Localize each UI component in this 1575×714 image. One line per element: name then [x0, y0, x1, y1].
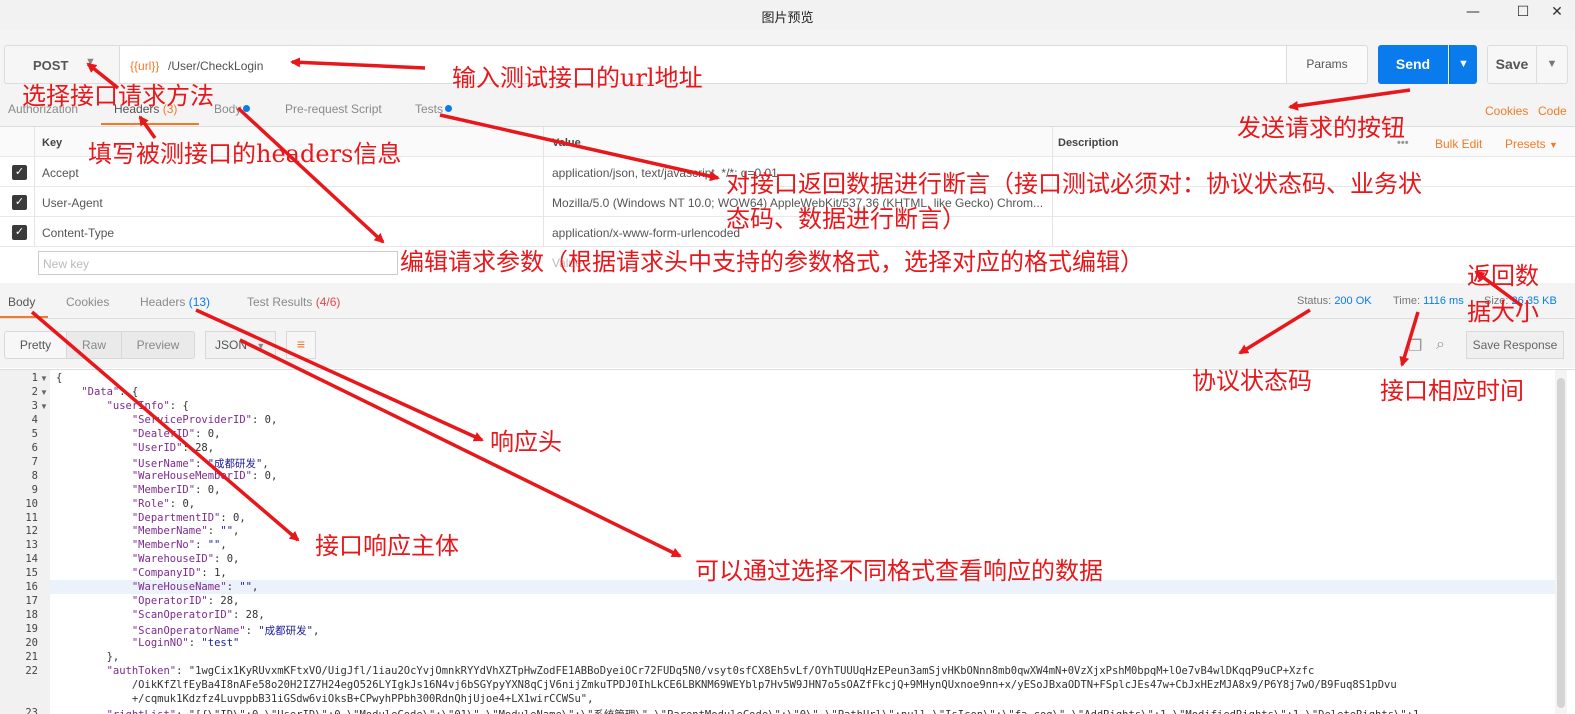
annotation-select-method: 选择接口请求方法 — [22, 82, 214, 110]
arrow-edit-params — [236, 106, 385, 244]
arrow-send-button — [1288, 88, 1411, 111]
arrow-tests-assert — [439, 113, 720, 182]
annotation-arrows — [30, 57, 1524, 558]
annotation-size-line1: 返回数 — [1467, 262, 1539, 290]
annotation-size-line2: 据大小 — [1467, 298, 1539, 326]
annotation-status-code: 协议状态码 — [1192, 367, 1312, 395]
arrow-response-time — [1399, 311, 1420, 367]
annotation-response-headers: 响应头 — [490, 428, 562, 456]
arrow-view-formats — [239, 338, 682, 558]
annotation-response-body: 接口响应主体 — [315, 532, 459, 560]
annotation-send-button: 发送请求的按钮 — [1237, 114, 1405, 142]
annotation-assert-line2: 态码、数据进行断言） — [726, 205, 966, 233]
annotation-assert-line1: 对接口返回数据进行断言（接口测试必须对：协议状态码、业务状 — [726, 170, 1422, 198]
arrow-fill-headers — [138, 115, 157, 140]
arrow-response-body — [30, 310, 300, 542]
annotation-response-time: 接口相应时间 — [1380, 377, 1524, 405]
annotation-input-url: 输入测试接口的url地址 — [452, 64, 703, 92]
annotation-view-formats: 可以通过选择不同格式查看响应的数据 — [695, 557, 1103, 585]
annotation-fill-headers: 填写被测接口的headers信息 — [88, 140, 402, 168]
arrow-input-url — [290, 57, 426, 70]
arrow-response-headers — [195, 308, 484, 442]
annotation-edit-params: 编辑请求参数（根据请求头中支持的参数格式，选择对应的格式编辑） — [400, 248, 1144, 276]
arrow-status-code — [1238, 308, 1311, 355]
